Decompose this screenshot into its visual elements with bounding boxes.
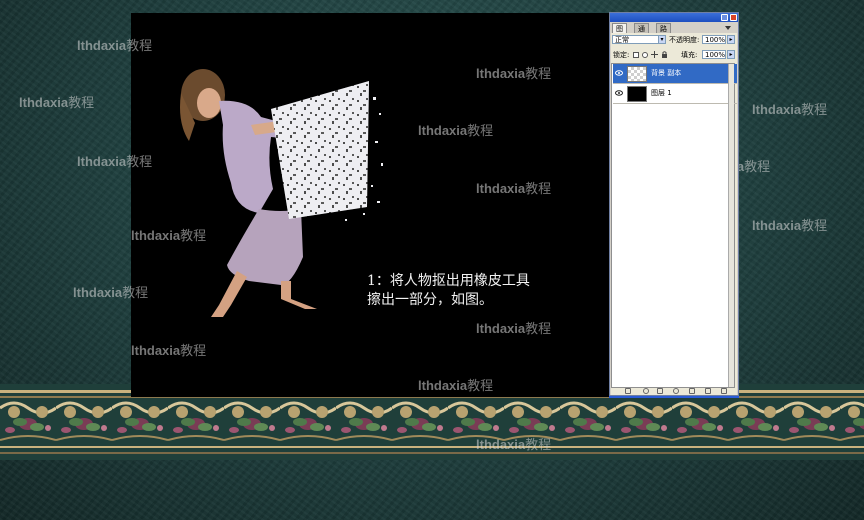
layer-thumbnail [627, 86, 647, 102]
panel-body: 正常 ▾ 不透明度: 100% ▸ 锁定: 填充: 100% ▸ 背景 副本 图… [611, 33, 737, 395]
watermark: lthdaxia教程 [476, 181, 552, 197]
chevron-down-icon[interactable]: ▾ [658, 35, 666, 44]
fill-input[interactable]: 100% [702, 50, 726, 59]
eye-icon[interactable] [615, 70, 623, 77]
blend-mode-value: 正常 [615, 36, 629, 44]
opacity-arrow-icon[interactable]: ▸ [727, 35, 735, 44]
layer-row-layer-1[interactable]: 图层 1 [613, 84, 737, 104]
adjustment-layer-icon[interactable] [673, 388, 679, 394]
lock-position-icon[interactable] [651, 51, 658, 58]
instruction-line-2: 擦出一部分，如图。 [367, 292, 493, 308]
watermark: lthdaxia教程 [19, 95, 95, 111]
watermark: lthdaxia教程 [752, 102, 828, 118]
link-layers-icon[interactable] [625, 388, 631, 394]
layer-style-icon[interactable] [643, 388, 649, 394]
fill-arrow-icon[interactable]: ▸ [727, 50, 735, 59]
layer-list: 背景 副本 图层 1 [611, 63, 737, 388]
fill-label: 填充: [681, 51, 698, 59]
instruction-line-1: 1：将人物抠出用橡皮工具 [367, 273, 530, 289]
lock-transparency-icon[interactable] [633, 52, 639, 58]
fill-value: 100% [705, 51, 726, 59]
panel-bottom-accent [609, 396, 739, 398]
layer-list-scrollbar[interactable] [728, 64, 734, 387]
watermark: lthdaxia教程 [418, 123, 494, 139]
watermark: lthdaxia教程 [131, 343, 207, 359]
layer-name: 背景 副本 [651, 69, 682, 77]
delete-layer-icon[interactable] [721, 388, 727, 394]
watermark: lthdaxia教程 [476, 66, 552, 82]
add-mask-icon[interactable] [657, 388, 663, 394]
eye-icon[interactable] [615, 90, 623, 97]
opacity-label: 不透明度: [669, 36, 700, 44]
lock-image-icon[interactable] [642, 52, 648, 58]
watermark: lthdaxia教程 [131, 228, 207, 244]
layers-panel: 图层 通道 路径 正常 ▾ 不透明度: 100% ▸ 锁定: 填充: 100% … [609, 12, 739, 396]
watermark: lthdaxia教程 [77, 154, 153, 170]
minimize-icon[interactable] [721, 14, 728, 21]
lock-all-icon[interactable] [661, 51, 668, 58]
watermark: lthdaxia教程 [73, 285, 149, 301]
instruction-text: 1：将人物抠出用橡皮工具 擦出一部分，如图。 [367, 272, 530, 310]
watermark: lthdaxia教程 [476, 437, 552, 453]
panel-titlebar[interactable] [610, 13, 738, 22]
watermark: lthdaxia教程 [418, 378, 494, 394]
panel-bottom-toolbar [611, 388, 735, 395]
lock-label: 锁定: [613, 51, 630, 59]
panel-menu-icon[interactable] [724, 25, 732, 31]
new-layer-icon[interactable] [705, 388, 711, 394]
watermark: lthdaxia教程 [77, 38, 153, 54]
layer-row-background-copy[interactable]: 背景 副本 [613, 64, 737, 84]
new-group-icon[interactable] [689, 388, 695, 394]
layer-thumbnail [627, 66, 647, 82]
layer-name: 图层 1 [651, 89, 672, 97]
close-icon[interactable] [730, 14, 737, 21]
opacity-input[interactable]: 100% [702, 35, 726, 44]
opacity-value: 100% [705, 36, 726, 44]
watermark: lthdaxia教程 [476, 321, 552, 337]
watermark: lthdaxia教程 [752, 218, 828, 234]
